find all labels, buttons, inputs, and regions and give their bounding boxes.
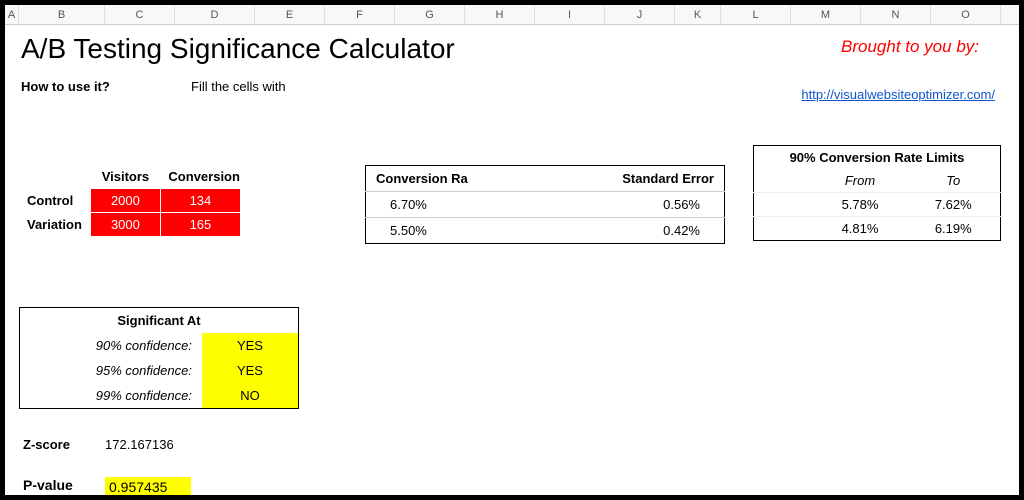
input-table: Visitors Conversions Control 2000 134 Va… (19, 165, 241, 237)
limits-title: 90% Conversion Rate Limits (754, 146, 1001, 170)
cell-control-conversions[interactable]: 134 (160, 189, 240, 213)
col-header-G[interactable]: G (395, 5, 465, 24)
conf-label-95: 95% confidence: (20, 358, 202, 383)
sig-row-95: 95% confidence: YES (20, 358, 299, 383)
cell-control-cr: 6.70% (366, 192, 563, 218)
rates-row-control: 6.70% 0.56% (366, 192, 725, 218)
pvalue-label: P-value (19, 477, 105, 497)
pvalue-value: 0.957435 (105, 477, 191, 497)
cell-variation-from: 4.81% (814, 217, 907, 241)
column-headers: ABCDEFGHIJKLMNO (5, 5, 1019, 25)
limits-to-label: To (907, 169, 1001, 193)
limits-row-variation: 4.81% 6.19% (754, 217, 1001, 241)
conf-value-99: NO (202, 383, 299, 409)
col-header-O[interactable]: O (931, 5, 1001, 24)
conf-value-95: YES (202, 358, 299, 383)
row-label-variation: Variation (19, 213, 90, 237)
howto-text: Fill the cells with (191, 79, 311, 94)
col-header-M[interactable]: M (791, 5, 861, 24)
header-standard-error: Standard Error (563, 166, 725, 192)
cell-variation-conversions[interactable]: 165 (160, 213, 240, 237)
cell-control-from: 5.78% (814, 193, 907, 217)
rates-table: Conversion Ra Standard Error 6.70% 0.56%… (365, 165, 725, 244)
limits-row-control: 5.78% 7.62% (754, 193, 1001, 217)
col-header-L[interactable]: L (721, 5, 791, 24)
cell-control-to: 7.62% (907, 193, 1001, 217)
conf-value-90: YES (202, 333, 299, 358)
sig-row-90: 90% confidence: YES (20, 333, 299, 358)
zscore-value: 172.167136 (105, 437, 191, 452)
col-header-E[interactable]: E (255, 5, 325, 24)
cell-control-visitors[interactable]: 2000 (90, 189, 160, 213)
howto-label: How to use it? (21, 79, 191, 94)
col-header-J[interactable]: J (605, 5, 675, 24)
col-header-C[interactable]: C (105, 5, 175, 24)
zscore-label: Z-score (19, 437, 105, 452)
col-header-N[interactable]: N (861, 5, 931, 24)
cell-variation-to: 6.19% (907, 217, 1001, 241)
pvalue-row: P-value 0.957435 (19, 477, 191, 497)
conf-label-99: 99% confidence: (20, 383, 202, 409)
col-header-I[interactable]: I (535, 5, 605, 24)
sig-row-99: 99% confidence: NO (20, 383, 299, 409)
significance-table: Significant At 90% confidence: YES 95% c… (19, 307, 299, 409)
attribution-text: Brought to you by: (841, 37, 979, 57)
significance-title: Significant At (20, 308, 299, 334)
rates-row-variation: 5.50% 0.42% (366, 218, 725, 244)
row-label-control: Control (19, 189, 90, 213)
row-control: Control 2000 134 (19, 189, 240, 213)
col-header-A[interactable]: A (5, 5, 19, 24)
col-header-K[interactable]: K (675, 5, 721, 24)
col-header-D[interactable]: D (175, 5, 255, 24)
cell-variation-se: 0.42% (563, 218, 725, 244)
header-visitors: Visitors (90, 165, 160, 189)
cell-variation-cr: 5.50% (366, 218, 563, 244)
limits-from-label: From (814, 169, 907, 193)
limits-table: 90% Conversion Rate Limits From To 5.78%… (753, 145, 1001, 241)
conf-label-90: 90% confidence: (20, 333, 202, 358)
col-header-F[interactable]: F (325, 5, 395, 24)
header-conversions: Conversions (160, 165, 240, 189)
cell-control-se: 0.56% (563, 192, 725, 218)
spreadsheet-frame: ABCDEFGHIJKLMNO A/B Testing Significance… (0, 0, 1024, 500)
col-header-B[interactable]: B (19, 5, 105, 24)
cell-variation-visitors[interactable]: 3000 (90, 213, 160, 237)
row-variation: Variation 3000 165 (19, 213, 240, 237)
header-conversion-rate: Conversion Ra (366, 166, 563, 192)
source-link[interactable]: http://visualwebsiteoptimizer.com/ (801, 87, 995, 102)
col-header-H[interactable]: H (465, 5, 535, 24)
zscore-row: Z-score 172.167136 (19, 437, 191, 452)
